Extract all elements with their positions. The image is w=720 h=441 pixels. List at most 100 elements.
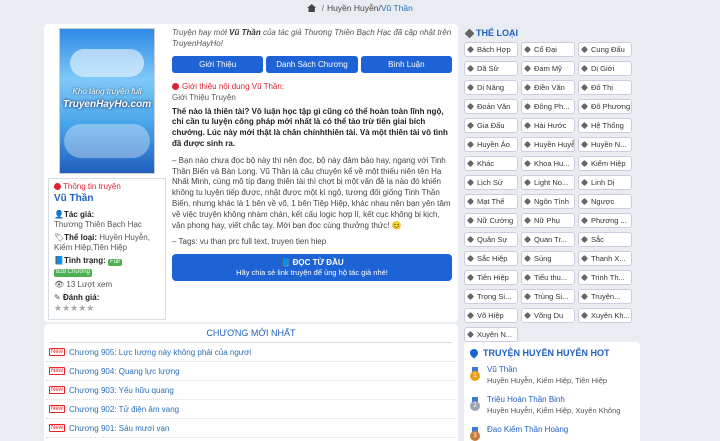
genre-item[interactable]: Cung Đấu xyxy=(578,42,632,57)
tag-icon xyxy=(580,292,589,301)
genre-item[interactable]: Trinh Th... xyxy=(578,270,632,285)
chapter-link[interactable]: Chương 904: Quang lực lượng xyxy=(69,367,180,376)
genre-item[interactable]: Gia Đấu xyxy=(464,118,518,133)
genre-item[interactable]: Xuyên Kh... xyxy=(578,308,632,323)
list-item[interactable]: New Chương 903: Yếu hữu quang xyxy=(46,381,456,400)
genre-item[interactable]: Võng Du xyxy=(521,308,575,323)
genre-item[interactable]: Sắc Hiệp xyxy=(464,251,518,266)
genre-item[interactable]: Trùng Si... xyxy=(521,289,575,304)
genre-label: Dị Năng xyxy=(477,83,505,92)
author-link[interactable]: Thương Thiên Bạch Hạc xyxy=(54,220,142,229)
read-from-start-button[interactable]: 📘 ĐỌC TỪ ĐẦU Hãy chia sẻ link truyện để … xyxy=(172,254,452,282)
genre-item[interactable]: Nữ Cường xyxy=(464,213,518,228)
genre-panel: THỂ LOẠI Bách Hợp Cổ Đại Cung Đấu Dã Sử Đam … xyxy=(464,24,632,342)
tag-icon: 🏷 xyxy=(54,232,65,242)
genre-label: Khoa Hu... xyxy=(534,159,570,168)
genre-item[interactable]: Lịch Sử xyxy=(464,175,518,190)
genre-item[interactable]: Khác xyxy=(464,156,518,171)
genre-item[interactable]: Đô Phương... xyxy=(578,99,632,114)
genre-item[interactable]: Huyền Huyễn xyxy=(521,137,575,152)
home-icon[interactable] xyxy=(307,4,317,12)
genre-item[interactable]: Huyền Ảo xyxy=(464,137,518,152)
genre-label: Sủng xyxy=(534,254,552,263)
genre-item[interactable]: Kiếm Hiệp xyxy=(578,156,632,171)
hot-story-title[interactable]: Đao Kiếm Thần Hoàng xyxy=(487,425,568,434)
genre-item[interactable]: Nữ Phụ xyxy=(521,213,575,228)
hot-story-item[interactable]: 3 Đao Kiếm Thần Hoàng xyxy=(464,424,640,441)
genre-item[interactable]: Khoa Hu... xyxy=(521,156,575,171)
tag-icon xyxy=(580,64,589,73)
tag-icon xyxy=(580,216,589,225)
chapter-link[interactable]: Chương 905: Lực lượng này không phải của… xyxy=(69,348,251,357)
genre-item[interactable]: Cổ Đại xyxy=(521,42,575,57)
genre-item[interactable]: Dị Năng xyxy=(464,80,518,95)
tag-icon xyxy=(523,102,532,111)
status-row: 📘Tình trạng: Full 828 Chương xyxy=(54,255,122,277)
tab-chapter-list[interactable]: Danh Sách Chương xyxy=(266,55,358,73)
genre-item[interactable]: Ngôn Tình xyxy=(521,194,575,209)
breadcrumb-current[interactable]: Vũ Thần xyxy=(381,3,413,13)
genre-label: Thanh X... xyxy=(591,254,626,263)
genre-item[interactable]: Sủng xyxy=(521,251,575,266)
genre-item[interactable]: Light No... xyxy=(521,175,575,190)
tag-icon xyxy=(523,273,532,282)
genre-item[interactable]: Sắc xyxy=(578,232,632,247)
list-item[interactable]: New Chương 901: Sáu mươi vạn xyxy=(46,419,456,438)
chapter-link[interactable]: Chương 901: Sáu mươi vạn xyxy=(69,424,169,433)
genre-label: Kiếm Hiệp xyxy=(591,159,626,168)
list-item[interactable]: New Chương 905: Lực lượng này không phải … xyxy=(46,343,456,362)
genre-item[interactable]: Tiểu thu... xyxy=(521,270,575,285)
chapter-link[interactable]: Chương 903: Yếu hữu quang xyxy=(69,386,174,395)
hot-story-title[interactable]: Triệu Hoán Thần Binh xyxy=(487,395,620,404)
breadcrumb-item-genre[interactable]: Huyền Huyễn xyxy=(327,3,379,13)
genre-label: Mạt Thế xyxy=(477,197,505,206)
book-icon: 📘 xyxy=(280,258,291,268)
genre-item[interactable]: Ngược xyxy=(578,194,632,209)
genre-grid: Bách Hợp Cổ Đại Cung Đấu Dã Sử Đam Mỹ Dị Giới… xyxy=(464,42,632,342)
genre-item[interactable]: Võ Hiệp xyxy=(464,308,518,323)
list-item[interactable]: New Chương 902: Tử điện âm vang xyxy=(46,400,456,419)
hot-story-title[interactable]: Vũ Thần xyxy=(487,365,607,374)
genre-item[interactable]: Tiên Hiệp xyxy=(464,270,518,285)
genre-item[interactable]: Hệ Thống xyxy=(578,118,632,133)
genre-item[interactable]: Trọng Si... xyxy=(464,289,518,304)
chapter-count-badge: 828 Chương xyxy=(54,269,92,277)
description-body: – Bạn nào chưa đọc bộ này thì nên đọc, b… xyxy=(172,155,451,230)
description-bold: Thế nào là thiên tài? Vô luận học tập gì… xyxy=(172,106,448,148)
genre-item[interactable]: Dã Sử xyxy=(464,61,518,76)
genre-item[interactable]: Huyền N... xyxy=(578,137,632,152)
genre-item[interactable]: Điền Văn xyxy=(521,80,575,95)
story-panel: Kho tàng truyện full TruyenHayHo.com Thô… xyxy=(44,24,458,322)
hot-story-item[interactable]: 2 Triệu Hoán Thần Binh Huyền Huyễn, Kiếm … xyxy=(464,394,640,424)
info-icon xyxy=(54,183,61,190)
genre-item[interactable]: Dị Giới xyxy=(578,61,632,76)
genre-item[interactable]: Linh Dị xyxy=(578,175,632,190)
tag-icon xyxy=(466,140,475,149)
genre-item[interactable]: Xuyên N... xyxy=(464,327,518,342)
hot-story-item[interactable]: 1 Vũ Thần Huyền Huyễn, Kiếm Hiệp, Tiên Hi… xyxy=(464,364,640,394)
genre-item[interactable]: Đông Ph... xyxy=(521,99,575,114)
genre-item[interactable]: Mạt Thế xyxy=(464,194,518,209)
genre-item[interactable]: Quân Sự xyxy=(464,232,518,247)
status-icon: 📘 xyxy=(54,255,64,265)
genre-item[interactable]: Hài Hước xyxy=(521,118,575,133)
genre-label: Đoản Văn xyxy=(477,102,511,111)
genre-item[interactable]: Quan Tr... xyxy=(521,232,575,247)
genre-item[interactable]: Đoản Văn xyxy=(464,99,518,114)
genre-item[interactable]: Phương ... xyxy=(578,213,632,228)
tag-icon xyxy=(523,197,532,206)
rating-stars[interactable]: ★★★★★ xyxy=(54,303,94,313)
new-badge: New xyxy=(49,367,66,375)
genre-label: Võng Du xyxy=(534,311,564,320)
list-item[interactable]: New Chương 904: Quang lực lượng xyxy=(46,362,456,381)
genre-item[interactable]: Thanh X... xyxy=(578,251,632,266)
tab-comments[interactable]: Bình Luận xyxy=(360,55,452,73)
tab-intro[interactable]: Giới Thiệu xyxy=(172,55,264,73)
genre-item[interactable]: Đô Thị xyxy=(578,80,632,95)
new-badge: New xyxy=(49,348,66,356)
genre-item[interactable]: Đam Mỹ xyxy=(521,61,575,76)
tag-icon xyxy=(466,45,475,54)
genre-item[interactable]: Truyện... xyxy=(578,289,632,304)
chapter-link[interactable]: Chương 902: Tử điện âm vang xyxy=(69,405,179,414)
genre-item[interactable]: Bách Hợp xyxy=(464,42,518,57)
